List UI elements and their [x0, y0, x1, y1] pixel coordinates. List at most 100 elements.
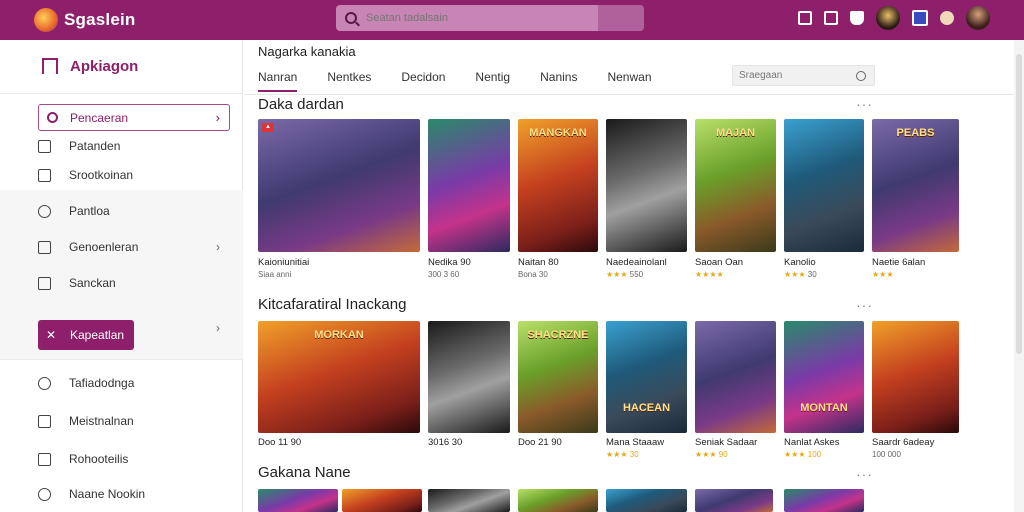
more-options-icon[interactable]: ···: [856, 96, 873, 112]
game-title[interactable]: Naitan 80: [518, 257, 559, 268]
game-title[interactable]: Saardr 6adeay: [872, 437, 934, 448]
game-title[interactable]: Saoan Oan: [695, 257, 743, 268]
game-meta-text: 100 000: [872, 450, 901, 459]
brand[interactable]: Sgaslein: [34, 8, 334, 32]
game-card[interactable]: [606, 119, 687, 252]
game-card[interactable]: ▲: [258, 119, 420, 252]
cover-title: SHACRZNE: [527, 329, 589, 341]
filter-placeholder: Sraegaan: [739, 70, 783, 81]
game-meta: ★★★ 30: [606, 450, 639, 459]
tool-icon: ✕: [46, 328, 57, 342]
scrollbar-thumb[interactable]: [1016, 54, 1022, 354]
game-card[interactable]: MAJAN: [695, 119, 776, 252]
tab-nenwan[interactable]: Nenwan: [607, 70, 651, 92]
filter-search[interactable]: Sraegaan: [732, 65, 875, 86]
sidebar-item-rohooteilis[interactable]: Rohooteilis: [38, 452, 128, 466]
more-options-icon[interactable]: ···: [856, 297, 873, 313]
user-avatar-gold[interactable]: [876, 6, 900, 30]
game-title[interactable]: Nedika 90: [428, 257, 471, 268]
game-card[interactable]: PEABS: [872, 119, 959, 252]
search-icon: [856, 70, 866, 81]
apps-icon[interactable]: [912, 10, 928, 26]
sidebar-item-tafiadodnga[interactable]: Tafiadodnga: [38, 376, 134, 390]
user-avatar[interactable]: [966, 6, 990, 30]
more-options-icon[interactable]: ···: [856, 466, 873, 482]
tab-nentkes[interactable]: Nentkes: [327, 70, 371, 92]
game-cover-image: [606, 119, 687, 252]
game-title[interactable]: Naetie 6alan: [872, 257, 925, 268]
sidebar-item-srootkoinan[interactable]: Srootkoinan: [38, 168, 133, 182]
game-card[interactable]: SHACRZNE: [518, 321, 598, 433]
global-search-input[interactable]: [366, 12, 606, 24]
bookmark-icon[interactable]: [850, 11, 864, 25]
game-title[interactable]: Doo 11 90: [258, 437, 301, 448]
game-card[interactable]: MORKAN: [258, 321, 420, 433]
game-card[interactable]: [784, 119, 864, 252]
game-card[interactable]: [342, 489, 422, 512]
game-cover-image: [784, 321, 864, 433]
edit-icon: [38, 414, 51, 428]
tab-nanins[interactable]: Nanins: [540, 70, 577, 92]
game-title[interactable]: Kanolio: [784, 257, 816, 268]
game-card[interactable]: MONTAN: [784, 321, 864, 433]
game-card[interactable]: MANGKAN: [518, 119, 598, 252]
game-title[interactable]: 3016 30: [428, 437, 462, 448]
section-title: Kitcafaratiral Inackang: [258, 296, 407, 313]
game-card[interactable]: [695, 321, 776, 433]
game-meta: ★★★: [872, 270, 894, 279]
cover-title: MONTAN: [800, 402, 848, 414]
sidebar-item-pantloa[interactable]: Pantloa: [38, 204, 110, 218]
game-card[interactable]: [428, 119, 510, 252]
rating-stars: ★★★: [784, 270, 808, 279]
tab-nanran[interactable]: Nanran: [258, 70, 298, 92]
search-submit-button[interactable]: [598, 5, 644, 31]
sidebar-item-naane-nookin[interactable]: Naane Nookin: [38, 487, 145, 501]
checkbox-icon: [38, 452, 51, 466]
sidebar-search-item[interactable]: Pencaeran ›: [38, 104, 230, 131]
sidebar-item-label: Kapeatlan: [70, 328, 125, 342]
game-card[interactable]: [428, 489, 510, 512]
tab-decidon[interactable]: Decidon: [401, 70, 445, 92]
game-meta: 100 000: [872, 450, 901, 459]
game-card[interactable]: [428, 321, 510, 433]
main-content: Nagarka kanakia Nanran Nentkes Decidon N…: [244, 40, 1014, 512]
game-card[interactable]: [784, 489, 864, 512]
game-card[interactable]: [258, 489, 338, 512]
sidebar-search-label: Pencaeran: [70, 110, 129, 125]
game-title[interactable]: Doo 21 90: [518, 437, 562, 448]
house-icon: [38, 240, 51, 254]
game-title[interactable]: Nanlat Askes: [784, 437, 839, 448]
sidebar-item-sanckan[interactable]: Sanckan: [38, 276, 116, 290]
sidebar-item-label: Patanden: [69, 139, 121, 153]
sidebar-item-label: Genoenleran: [69, 240, 139, 254]
game-meta: ★★★ 100: [784, 450, 821, 459]
game-cover-image: [258, 119, 420, 252]
sidebar-item-kapeatlan[interactable]: ✕ Kapeatlan: [38, 320, 134, 350]
game-card[interactable]: HACEAN: [606, 321, 687, 433]
sidebar-item-label: Sanckan: [69, 276, 116, 290]
sidebar-item-genoenleran[interactable]: Genoenleran ›: [38, 240, 220, 254]
game-title[interactable]: Naedeainolanl: [606, 257, 667, 268]
sidebar-item-patanden[interactable]: Patanden: [38, 139, 120, 153]
gallery-icon[interactable]: [824, 11, 838, 25]
game-title[interactable]: Kaioniunitiai: [258, 257, 309, 268]
sidebar-header[interactable]: Apkiagon: [0, 40, 242, 94]
window-icon[interactable]: [798, 11, 812, 25]
profile-icon[interactable]: [940, 11, 954, 25]
tab-nentig[interactable]: Nentig: [475, 70, 510, 92]
game-card[interactable]: [606, 489, 687, 512]
game-meta-text: 30: [807, 270, 817, 279]
home-icon: [42, 57, 58, 74]
sidebar-item-label: Pantloa: [69, 204, 110, 218]
game-card[interactable]: [872, 321, 959, 433]
game-title[interactable]: Mana Staaaw: [606, 437, 664, 448]
game-meta-text: Siaa anni: [258, 270, 292, 279]
game-card[interactable]: [518, 489, 598, 512]
sidebar: Apkiagon Pencaeran › Patanden Srootkoina…: [0, 40, 243, 512]
sidebar-item-meistnalnan[interactable]: Meistnalnan: [38, 414, 134, 428]
sidebar-item-label: Meistnalnan: [69, 414, 134, 428]
cover-title: MORKAN: [314, 329, 364, 341]
game-title[interactable]: Seniak Sadaar: [695, 437, 757, 448]
scrollbar[interactable]: [1014, 40, 1024, 512]
game-card[interactable]: [695, 489, 773, 512]
